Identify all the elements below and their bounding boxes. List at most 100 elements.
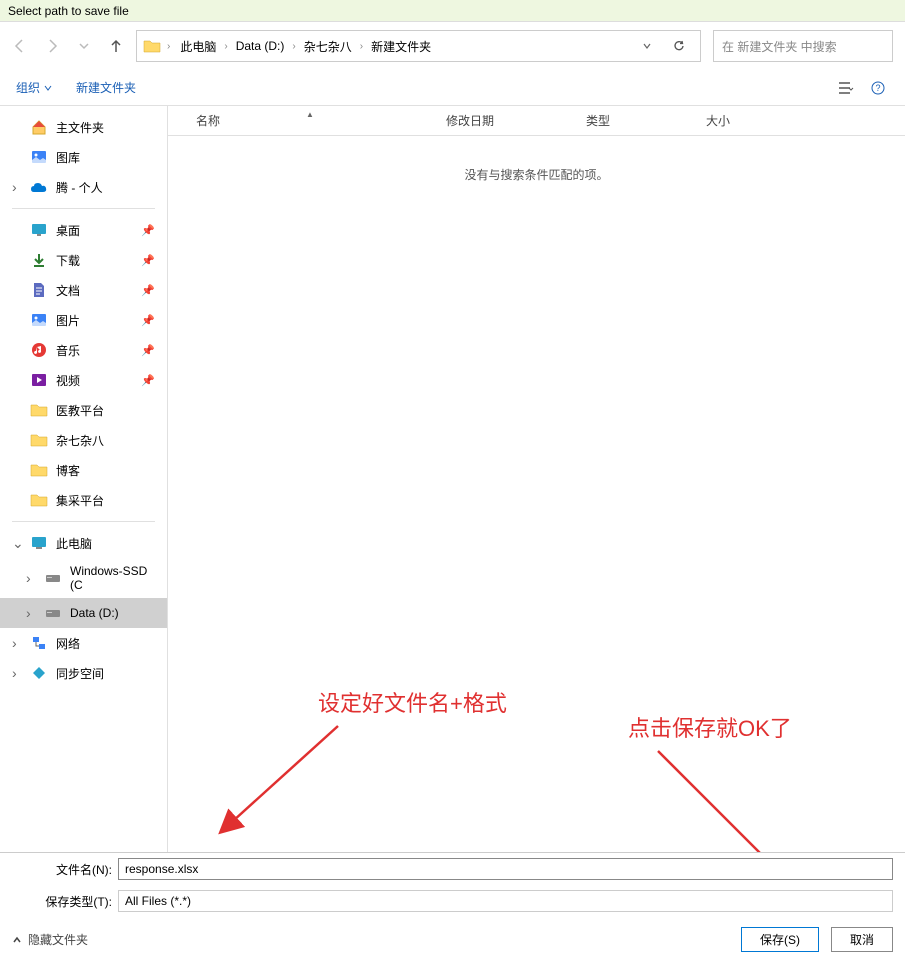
- filename-input[interactable]: [118, 858, 893, 880]
- sidebar-label: Windows-SSD (C: [70, 564, 159, 592]
- sync-icon: [30, 664, 48, 682]
- sidebar-label: 图片: [56, 312, 80, 329]
- chevron-up-icon: [12, 935, 22, 945]
- sidebar-home[interactable]: 主文件夹: [0, 112, 167, 142]
- pc-icon: [30, 534, 48, 552]
- music-icon: [30, 341, 48, 359]
- sidebar-videos[interactable]: 视频 📌: [0, 365, 167, 395]
- chevron-right-icon: ›: [165, 41, 172, 52]
- view-options-button[interactable]: [835, 78, 859, 98]
- cloud-icon: [30, 178, 48, 196]
- breadcrumb: 此电脑 › Data (D:) › 杂七杂八 › 新建文件夹: [176, 36, 630, 57]
- sidebar-folder1[interactable]: 医教平台: [0, 395, 167, 425]
- sidebar-folder3[interactable]: 博客: [0, 455, 167, 485]
- sidebar-label: 同步空间: [56, 665, 104, 682]
- sidebar-label: 下载: [56, 252, 80, 269]
- sidebar-documents[interactable]: 文档 📌: [0, 275, 167, 305]
- up-button[interactable]: [108, 38, 124, 54]
- help-button[interactable]: ?: [867, 77, 889, 99]
- navigation-bar: › 此电脑 › Data (D:) › 杂七杂八 › 新建文件夹 在 新建文件夹…: [0, 22, 905, 70]
- sidebar-label: 集采平台: [56, 492, 104, 509]
- window-title: Select path to save file: [0, 0, 905, 22]
- folder-icon: [30, 461, 48, 479]
- sidebar-label: Data (D:): [70, 606, 119, 620]
- chevron-right-icon: ›: [222, 41, 229, 52]
- empty-message: 没有与搜索条件匹配的项。: [168, 136, 905, 213]
- breadcrumb-item[interactable]: 新建文件夹: [367, 36, 435, 57]
- sidebar-gallery[interactable]: 图库: [0, 142, 167, 172]
- filename-label: 文件名(N):: [12, 861, 112, 878]
- sidebar-thispc[interactable]: 此电脑: [0, 528, 167, 558]
- drive-icon: [44, 569, 62, 587]
- sidebar-label: 桌面: [56, 222, 80, 239]
- breadcrumb-item[interactable]: 杂七杂八: [300, 36, 356, 57]
- breadcrumb-item[interactable]: 此电脑: [176, 36, 220, 57]
- sidebar-label: 博客: [56, 462, 80, 479]
- sidebar-folder4[interactable]: 集采平台: [0, 485, 167, 515]
- folder-icon: [30, 401, 48, 419]
- save-button[interactable]: 保存(S): [741, 927, 819, 952]
- network-icon: [30, 634, 48, 652]
- video-icon: [30, 371, 48, 389]
- bottom-panel: 文件名(N): 保存类型(T): All Files (*.*) 隐藏文件夹 保…: [0, 852, 905, 962]
- annotation-right: 点击保存就OK了: [628, 711, 792, 743]
- sort-indicator-icon: ▲: [306, 110, 314, 119]
- search-input[interactable]: 在 新建文件夹 中搜索: [713, 30, 893, 62]
- sidebar-label: 此电脑: [56, 535, 92, 552]
- breadcrumb-item[interactable]: Data (D:): [232, 37, 289, 55]
- sidebar-label: 文档: [56, 282, 80, 299]
- sidebar-label: 杂七杂八: [56, 432, 104, 449]
- column-type[interactable]: 类型: [586, 112, 706, 129]
- chevron-right-icon: ›: [290, 41, 297, 52]
- chevron-right-icon: ›: [358, 41, 365, 52]
- sidebar: 主文件夹 图库 腾 - 个人 桌面 📌 下载 📌 文档 📌 图片 📌 音乐 📌 视频 📌 医…: [0, 106, 168, 856]
- filetype-select[interactable]: All Files (*.*): [118, 890, 893, 912]
- gallery-icon: [30, 148, 48, 166]
- sidebar-drive-d[interactable]: Data (D:): [0, 598, 167, 628]
- back-button[interactable]: [12, 38, 28, 54]
- refresh-button[interactable]: [664, 35, 694, 57]
- sidebar-folder2[interactable]: 杂七杂八: [0, 425, 167, 455]
- annotation-left: 设定好文件名+格式: [318, 686, 507, 718]
- filetype-label: 保存类型(T):: [12, 893, 112, 910]
- sidebar-label: 图库: [56, 149, 80, 166]
- sidebar-label: 音乐: [56, 342, 80, 359]
- recent-button[interactable]: [76, 38, 92, 54]
- sidebar-onedrive[interactable]: 腾 - 个人: [0, 172, 167, 202]
- pictures-icon: [30, 311, 48, 329]
- folder-icon: [143, 37, 161, 55]
- new-folder-button[interactable]: 新建文件夹: [76, 79, 136, 96]
- svg-text:?: ?: [875, 83, 880, 93]
- download-icon: [30, 251, 48, 269]
- cancel-button[interactable]: 取消: [831, 927, 893, 952]
- hide-folders-button[interactable]: 隐藏文件夹: [12, 931, 88, 948]
- pin-icon: 📌: [141, 374, 155, 387]
- sidebar-desktop[interactable]: 桌面 📌: [0, 215, 167, 245]
- sidebar-label: 医教平台: [56, 402, 104, 419]
- column-date[interactable]: 修改日期: [446, 112, 586, 129]
- sidebar-pictures[interactable]: 图片 📌: [0, 305, 167, 335]
- sidebar-sync[interactable]: 同步空间: [0, 658, 167, 688]
- sidebar-downloads[interactable]: 下载 📌: [0, 245, 167, 275]
- pin-icon: 📌: [141, 284, 155, 297]
- file-list-area: 名称▲ 修改日期 类型 大小 没有与搜索条件匹配的项。 设定好文件名+格式 点击…: [168, 106, 905, 856]
- sidebar-label: 腾 - 个人: [56, 179, 103, 196]
- sidebar-drive-c[interactable]: Windows-SSD (C: [0, 558, 167, 598]
- organize-button[interactable]: 组织: [16, 79, 52, 96]
- pin-icon: 📌: [141, 314, 155, 327]
- pin-icon: 📌: [141, 224, 155, 237]
- sidebar-network[interactable]: 网络: [0, 628, 167, 658]
- folder-icon: [30, 491, 48, 509]
- sidebar-music[interactable]: 音乐 📌: [0, 335, 167, 365]
- address-bar[interactable]: › 此电脑 › Data (D:) › 杂七杂八 › 新建文件夹: [136, 30, 701, 62]
- column-name[interactable]: 名称▲: [196, 112, 446, 129]
- forward-button[interactable]: [44, 38, 60, 54]
- folder-icon: [30, 431, 48, 449]
- drive-icon: [44, 604, 62, 622]
- sidebar-label: 主文件夹: [56, 119, 104, 136]
- column-size[interactable]: 大小: [706, 112, 786, 129]
- address-dropdown[interactable]: [634, 37, 660, 55]
- pin-icon: 📌: [141, 344, 155, 357]
- sidebar-label: 视频: [56, 372, 80, 389]
- pin-icon: 📌: [141, 254, 155, 267]
